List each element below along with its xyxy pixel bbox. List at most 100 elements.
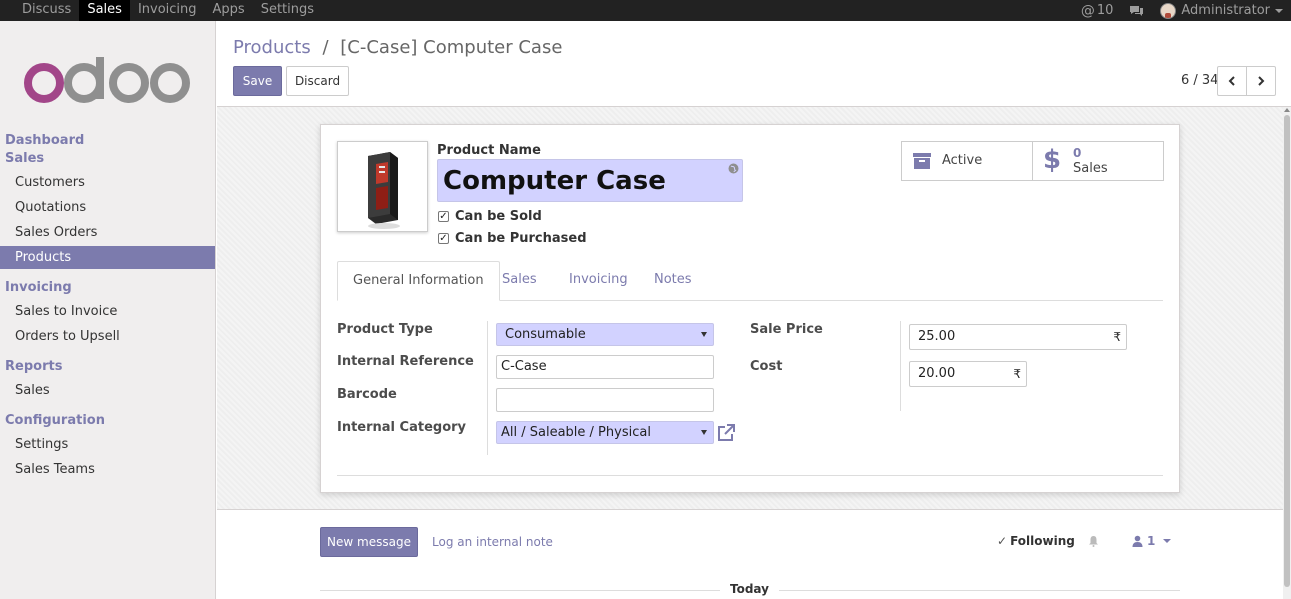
active-toggle-button[interactable]: Active [901, 141, 1033, 181]
product-type-label: Product Type [337, 322, 433, 337]
barcode-label: Barcode [337, 387, 397, 402]
sidebar-section-invoicing: Invoicing [5, 280, 72, 295]
internal-category-label: Internal Category [337, 420, 467, 435]
can-be-purchased-label: Can be Purchased [455, 231, 587, 246]
rupee-icon: ₹ [1013, 367, 1021, 381]
avatar [1160, 2, 1177, 19]
tab-invoicing[interactable]: Invoicing [554, 261, 643, 301]
breadcrumb: Products / [C-Case] Computer Case [233, 37, 562, 58]
user-menu[interactable]: Administrator [1152, 0, 1291, 21]
right-group-divider [900, 321, 901, 411]
user-name: Administrator [1181, 3, 1270, 18]
dollar-icon: $ [1043, 145, 1062, 175]
breadcrumb-separator: / [322, 37, 329, 58]
internal-reference-label: Internal Reference [337, 354, 474, 369]
active-label: Active [942, 153, 983, 168]
caret-down-icon [701, 430, 707, 435]
caret-down-icon [1275, 8, 1283, 13]
pager-value[interactable]: 6 / 34 [1181, 73, 1218, 88]
control-panel: Products / [C-Case] Computer Case Save D… [217, 21, 1291, 107]
odoo-logo [24, 57, 190, 103]
sidebar-section-dashboard[interactable]: Dashboard [5, 133, 84, 148]
sale-price-value: 25.00 [918, 329, 956, 344]
internal-reference-input[interactable]: C-Case [496, 355, 714, 379]
discard-button[interactable]: Discard [286, 66, 349, 96]
following-label: Following [1010, 534, 1075, 548]
product-type-select[interactable]: Consumable [496, 323, 714, 346]
sidebar-item-reports-sales[interactable]: Sales [0, 379, 215, 402]
sidebar-item-orders-to-upsell[interactable]: Orders to Upsell [0, 325, 215, 348]
top-navbar: Discuss Sales Invoicing Apps Settings @ … [0, 0, 1291, 21]
cost-label: Cost [750, 359, 783, 374]
computer-case-image [368, 152, 400, 229]
product-name-label: Product Name [437, 143, 541, 158]
following-button[interactable]: ✓ Following [997, 534, 1099, 548]
sidebar-item-products[interactable]: Products [0, 246, 215, 269]
mentions-button[interactable]: @ 10 [1073, 0, 1122, 21]
scrollbar-thumb[interactable] [1284, 115, 1290, 587]
followers-count: 1 [1147, 534, 1156, 548]
app-menu: Discuss Sales Invoicing Apps Settings [14, 0, 322, 21]
menu-sales[interactable]: Sales [79, 0, 130, 21]
sales-label: Sales [1073, 161, 1108, 176]
bell-icon [1088, 536, 1098, 547]
sidebar-section-configuration: Configuration [5, 413, 105, 428]
menu-apps[interactable]: Apps [205, 0, 253, 21]
check-icon: ✓ [997, 534, 1008, 548]
systray: @ 10 Administrator [1073, 0, 1291, 21]
can-be-purchased-checkbox[interactable]: ✓ [438, 233, 449, 244]
at-icon: @ [1080, 2, 1095, 19]
can-be-sold-label: Can be Sold [455, 209, 542, 224]
chevron-left-icon [1228, 76, 1235, 86]
product-image[interactable] [337, 141, 428, 232]
sidebar-item-sales-teams[interactable]: Sales Teams [0, 458, 215, 481]
breadcrumb-products-link[interactable]: Products [233, 37, 311, 58]
chevron-right-icon [1258, 76, 1265, 86]
archive-icon [913, 153, 931, 169]
breadcrumb-current: [C-Case] Computer Case [340, 37, 563, 58]
menu-invoicing[interactable]: Invoicing [130, 0, 205, 21]
mentions-count: 10 [1096, 3, 1114, 18]
product-type-value: Consumable [505, 327, 586, 342]
sidebar-item-customers[interactable]: Customers [0, 171, 215, 194]
sidebar-item-sales-to-invoice[interactable]: Sales to Invoice [0, 300, 215, 323]
new-message-button[interactable]: New message [320, 527, 418, 557]
scroll-up-icon[interactable] [1284, 108, 1290, 112]
log-note-link[interactable]: Log an internal note [432, 535, 553, 549]
external-link-icon[interactable] [717, 424, 735, 442]
chat-icon [1130, 5, 1144, 16]
sales-stat-button[interactable]: $ 0 Sales [1032, 141, 1164, 181]
sidebar-item-sales-orders[interactable]: Sales Orders [0, 221, 215, 244]
form-sheet: Product Name Computer Case ✓ Can be Sold… [320, 124, 1180, 493]
translate-globe-icon[interactable] [728, 163, 739, 174]
barcode-input[interactable] [496, 388, 714, 412]
user-icon [1132, 535, 1143, 547]
sales-count: 0 [1073, 146, 1082, 160]
internal-category-value: All / Saleable / Physical [501, 425, 651, 440]
sidebar-section-reports: Reports [5, 359, 63, 374]
sale-price-input[interactable]: 25.00 ₹ [909, 324, 1127, 350]
sidebar-item-settings[interactable]: Settings [0, 433, 215, 456]
chat-button[interactable] [1121, 0, 1152, 21]
cost-value: 20.00 [918, 366, 956, 381]
sidebar-section-sales: Sales [5, 151, 45, 166]
can-be-sold-checkbox[interactable]: ✓ [438, 211, 449, 222]
tab-notes[interactable]: Notes [639, 261, 707, 301]
scrollbar[interactable] [1283, 107, 1291, 599]
caret-down-icon [701, 332, 707, 337]
pager-next-button[interactable] [1246, 66, 1276, 96]
left-group-divider [487, 321, 488, 455]
today-label: Today [720, 582, 779, 596]
pager-previous-button[interactable] [1217, 66, 1247, 96]
rupee-icon: ₹ [1113, 330, 1121, 344]
sidebar-item-quotations[interactable]: Quotations [0, 196, 215, 219]
save-button[interactable]: Save [233, 66, 282, 96]
menu-discuss[interactable]: Discuss [14, 0, 79, 21]
followers-button[interactable]: 1 [1132, 534, 1172, 548]
product-name-input[interactable]: Computer Case [437, 159, 743, 202]
internal-category-select[interactable]: All / Saleable / Physical [496, 421, 714, 444]
tab-general-information[interactable]: General Information [337, 261, 500, 301]
cost-input[interactable]: 20.00 ₹ [909, 361, 1027, 387]
menu-settings[interactable]: Settings [253, 0, 322, 21]
caret-down-icon [1163, 539, 1172, 543]
